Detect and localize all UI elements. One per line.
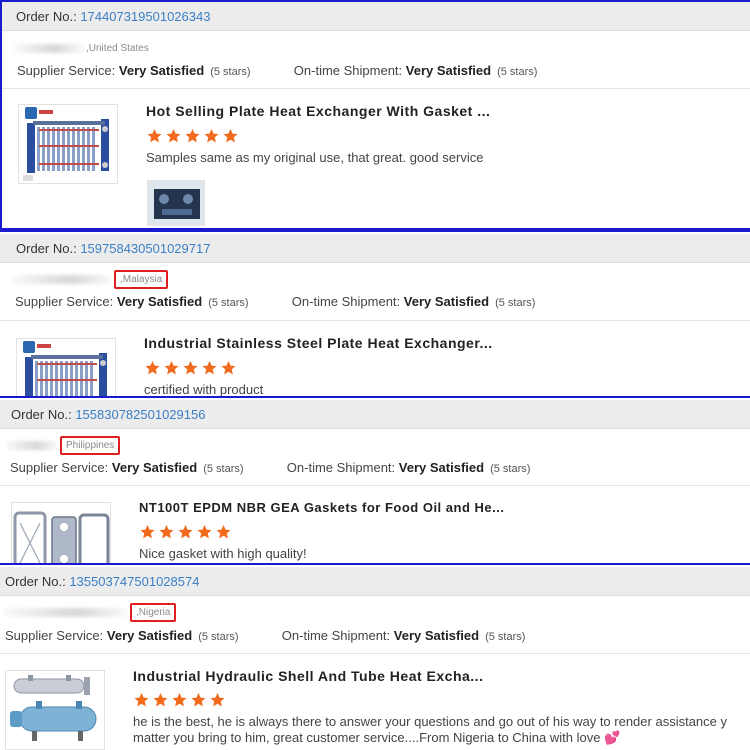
service-ratings: Supplier Service: Very Satisfied (5 stars… (15, 294, 535, 311)
order-header: Order No.: 135503747501028574 (0, 567, 750, 596)
product-thumbnail[interactable] (5, 670, 105, 750)
supplier-service-label: Supplier Service: (15, 294, 114, 309)
star-rating (133, 692, 228, 708)
heart-icon: 💕 (604, 730, 621, 745)
star-icon (201, 360, 218, 376)
gasket-image (12, 503, 111, 564)
shipment-stars: (5 stars) (495, 297, 536, 309)
shell-tube-exchanger-image (6, 671, 105, 750)
buyer-name-blurred (6, 440, 58, 450)
star-icon (165, 128, 182, 144)
product-title[interactable]: NT100T EPDM NBR GEA Gaskets for Food Oil… (139, 500, 504, 515)
shipment-value: Very Satisfied (398, 460, 485, 475)
star-icon (158, 524, 175, 540)
buyer-info: ,United States (14, 40, 149, 58)
buyer-info: Philippines (6, 436, 121, 455)
order-header: Order No.: 174407319501026343 (2, 2, 750, 31)
star-icon (184, 128, 201, 144)
star-icon (163, 360, 180, 376)
star-icon (222, 128, 239, 144)
shipment-label: On-time Shipment: (286, 460, 396, 475)
star-icon (177, 524, 194, 540)
order-number-link[interactable]: 155830782501029156 (75, 407, 205, 422)
order-label: Order No.: (16, 241, 77, 256)
supplier-service-label: Supplier Service: (10, 460, 109, 475)
star-icon (171, 692, 188, 708)
buyer-name-blurred (4, 607, 128, 617)
star-icon (182, 360, 199, 376)
shipment-label: On-time Shipment: (281, 628, 391, 643)
buyer-name-blurred (14, 43, 84, 53)
supplier-service-value: Very Satisfied (106, 628, 193, 643)
review-card-1: Order No.: 174407319501026343 ,United St… (0, 0, 750, 230)
product-title[interactable]: Hot Selling Plate Heat Exchanger With Ga… (146, 103, 490, 119)
service-ratings: Supplier Service: Very Satisfied (5 stars… (10, 460, 530, 477)
supplier-service-label: Supplier Service: (5, 628, 104, 643)
buyer-country: ,Malaysia (114, 270, 169, 289)
buyer-info: ,Malaysia (12, 270, 169, 289)
supplier-service-stars: (5 stars) (210, 66, 251, 78)
buyer-country: ,Nigeria (130, 603, 177, 622)
order-number-link[interactable]: 135503747501028574 (69, 574, 199, 589)
star-rating (144, 360, 239, 376)
buyer-country: ,United States (86, 43, 149, 54)
shipment-value: Very Satisfied (393, 628, 480, 643)
review-photo[interactable] (147, 180, 205, 226)
product-title[interactable]: Industrial Stainless Steel Plate Heat Ex… (144, 335, 493, 351)
review-comment: Samples same as my original use, that gr… (146, 150, 484, 165)
product-title[interactable]: Industrial Hydraulic Shell And Tube Heat… (133, 668, 483, 684)
shipment-value: Very Satisfied (403, 294, 490, 309)
shipment-stars: (5 stars) (497, 66, 538, 78)
supplier-service-value: Very Satisfied (111, 460, 198, 475)
star-icon (196, 524, 213, 540)
review-card-3: Order No.: 155830782501029156 Philippine… (0, 396, 750, 564)
supplier-service-stars: (5 stars) (203, 463, 244, 475)
star-icon (146, 128, 163, 144)
order-number-link[interactable]: 159758430501029717 (80, 241, 210, 256)
shipment-stars: (5 stars) (485, 631, 526, 643)
review-card-2: Order No.: 159758430501029717 ,Malaysia … (0, 230, 750, 398)
service-ratings: Supplier Service: Very Satisfied (5 stars… (17, 63, 537, 80)
star-icon (215, 524, 232, 540)
shipment-stars: (5 stars) (490, 463, 531, 475)
order-label: Order No.: (11, 407, 72, 422)
supplier-service-value: Very Satisfied (118, 63, 205, 78)
order-label: Order No.: (5, 574, 66, 589)
review-comment-text: he is the best, he is always there to an… (133, 714, 727, 745)
supplier-service-value: Very Satisfied (116, 294, 203, 309)
supplier-service-stars: (5 stars) (198, 631, 239, 643)
star-icon (203, 128, 220, 144)
buyer-country: Philippines (60, 436, 121, 455)
order-header: Order No.: 159758430501029717 (0, 234, 750, 263)
order-label: Order No.: (16, 9, 77, 24)
shipment-label: On-time Shipment: (293, 63, 403, 78)
review-photo-image (148, 181, 205, 226)
product-thumbnail[interactable] (11, 502, 111, 564)
star-icon (209, 692, 226, 708)
plate-heat-exchanger-image (17, 339, 116, 398)
shipment-value: Very Satisfied (405, 63, 492, 78)
plate-heat-exchanger-image (19, 105, 118, 184)
star-rating (146, 128, 241, 144)
supplier-service-label: Supplier Service: (17, 63, 116, 78)
star-icon (220, 360, 237, 376)
star-icon (133, 692, 150, 708)
star-icon (144, 360, 161, 376)
order-header: Order No.: 155830782501029156 (0, 400, 750, 429)
service-ratings: Supplier Service: Very Satisfied (5 stars… (5, 628, 525, 645)
star-icon (152, 692, 169, 708)
review-comment: Nice gasket with high quality! (139, 546, 307, 561)
review-card-4: Order No.: 135503747501028574 ,Nigeria S… (0, 563, 750, 750)
buyer-info: ,Nigeria (4, 603, 177, 622)
star-rating (139, 524, 234, 540)
order-number-link[interactable]: 174407319501026343 (80, 9, 210, 24)
product-thumbnail[interactable] (18, 104, 118, 184)
star-icon (190, 692, 207, 708)
review-comment: he is the best, he is always there to an… (133, 714, 750, 746)
shipment-label: On-time Shipment: (291, 294, 401, 309)
star-icon (139, 524, 156, 540)
supplier-service-stars: (5 stars) (208, 297, 249, 309)
buyer-name-blurred (12, 274, 112, 284)
product-thumbnail[interactable] (16, 338, 116, 398)
